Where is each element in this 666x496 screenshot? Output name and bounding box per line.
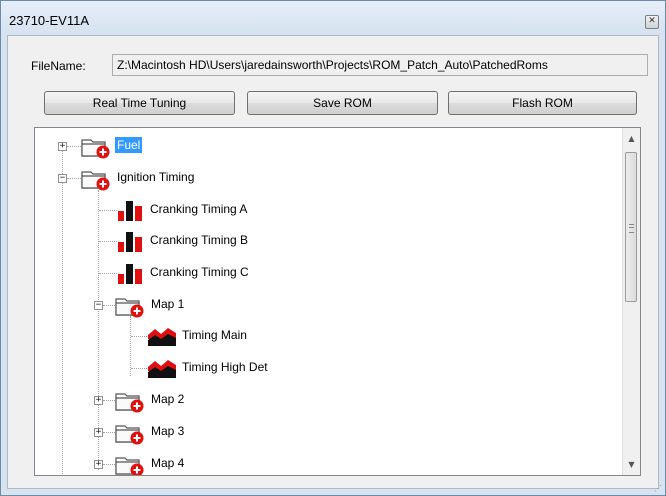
tree-item-label: Ignition Timing: [117, 170, 195, 184]
resize-grip-icon[interactable]: ⋰: [654, 484, 664, 494]
collapse-ignition-icon[interactable]: −: [58, 174, 67, 183]
window-title: 23710-EV11A: [9, 13, 89, 28]
folder-icon: [81, 139, 110, 159]
tree-hline: [67, 178, 81, 179]
tree-item-label: Timing High Det: [182, 360, 268, 374]
filename-label: FileName:: [31, 59, 86, 73]
area-chart-icon: [148, 328, 176, 346]
folder-icon: [115, 393, 144, 413]
collapse-map1-icon[interactable]: −: [94, 301, 103, 310]
folder-icon: [115, 298, 144, 318]
expand-fuel-icon[interactable]: +: [58, 142, 67, 151]
bar-chart-icon: [118, 232, 142, 252]
tree-item-label: Fuel: [115, 137, 143, 153]
tree-hline: [99, 210, 117, 211]
scroll-grip-icon: [629, 224, 634, 233]
area-chart-icon: [148, 360, 176, 378]
tree-item-label: Map 4: [151, 456, 185, 470]
tree-item-label: Cranking Timing C: [150, 265, 249, 279]
folder-icon: [81, 171, 110, 191]
expand-map2-icon[interactable]: +: [94, 396, 103, 405]
tree-item-label: Cranking Timing B: [150, 233, 249, 247]
tree-line-map1: [130, 316, 131, 376]
tree-hline: [67, 146, 81, 147]
real-time-tuning-button[interactable]: Real Time Tuning: [44, 91, 235, 115]
flash-rom-button[interactable]: Flash ROM: [448, 91, 637, 115]
tree-hline: [103, 432, 115, 433]
tree-hline: [103, 464, 115, 465]
scroll-thumb[interactable]: [625, 152, 637, 302]
bar-chart-icon: [118, 264, 142, 284]
filename-field[interactable]: Z:\Macintosh HD\Users\jaredainsworth\Pro…: [112, 54, 648, 76]
title-bar[interactable]: 23710-EV11A ✕: [1, 1, 665, 35]
tree-line-root: [62, 146, 63, 475]
save-rom-button[interactable]: Save ROM: [247, 91, 438, 115]
scroll-down-icon[interactable]: ▼: [623, 456, 640, 473]
tree-item-label: Map 3: [151, 424, 185, 438]
folder-icon: [115, 425, 144, 445]
tree-item-label: Timing Main: [182, 328, 247, 342]
bar-chart-icon: [118, 201, 142, 221]
filename-value: Z:\Macintosh HD\Users\jaredainsworth\Pro…: [117, 58, 548, 72]
folder-icon: [115, 457, 144, 475]
expand-map4-icon[interactable]: +: [94, 460, 103, 469]
expand-map3-icon[interactable]: +: [94, 428, 103, 437]
tree-hline: [99, 241, 117, 242]
rom-tree-view[interactable]: + − − + + + Fuel Ignition Timing Crankin…: [34, 127, 641, 476]
vertical-scrollbar[interactable]: ▲ ▼: [622, 128, 640, 475]
close-icon[interactable]: ✕: [645, 15, 659, 29]
tree-hline: [103, 400, 115, 401]
tree-item-label: Map 1: [151, 297, 185, 311]
tree-hline: [103, 305, 115, 306]
tree-item-label: Cranking Timing A: [150, 202, 248, 216]
scroll-up-icon[interactable]: ▲: [623, 130, 640, 147]
tree-item-label: Map 2: [151, 392, 185, 406]
tree-hline: [99, 273, 117, 274]
